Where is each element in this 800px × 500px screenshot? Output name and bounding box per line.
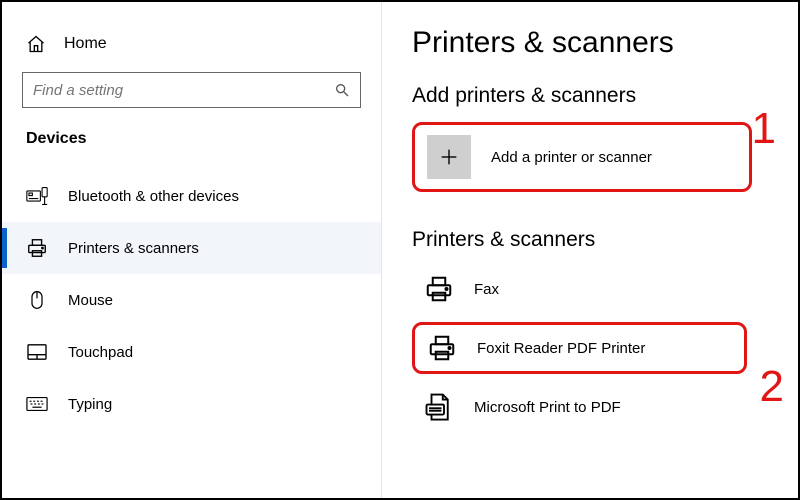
sidebar-item-mouse[interactable]: Mouse bbox=[2, 274, 381, 326]
printer-item-fax[interactable]: Fax bbox=[412, 266, 747, 312]
sidebar-item-label: Printers & scanners bbox=[68, 240, 199, 257]
search-icon bbox=[334, 82, 350, 98]
printer-list: Fax Foxit Reader PDF Printer bbox=[412, 266, 768, 430]
plus-icon bbox=[427, 135, 471, 179]
annotation-step-2: 2 bbox=[760, 362, 784, 412]
sidebar-item-bluetooth[interactable]: Bluetooth & other devices bbox=[2, 170, 381, 222]
printer-item-label: Microsoft Print to PDF bbox=[474, 399, 621, 416]
home-icon bbox=[26, 34, 46, 54]
search-input[interactable] bbox=[33, 82, 334, 99]
printer-icon bbox=[26, 237, 48, 259]
printer-icon bbox=[422, 272, 456, 306]
bt-devices-icon bbox=[26, 185, 48, 207]
page-title: Printers & scanners bbox=[412, 26, 768, 60]
touchpad-icon bbox=[26, 341, 48, 363]
sidebar: Home Devices bbox=[2, 2, 382, 498]
home-nav[interactable]: Home bbox=[2, 20, 381, 72]
settings-window: Home Devices bbox=[0, 0, 800, 500]
add-printer-label: Add a printer or scanner bbox=[491, 149, 652, 166]
home-label: Home bbox=[64, 35, 107, 53]
add-printer-button[interactable]: Add a printer or scanner bbox=[412, 122, 752, 192]
sidebar-item-label: Touchpad bbox=[68, 344, 133, 361]
sidebar-item-typing[interactable]: Typing bbox=[2, 378, 381, 430]
mouse-icon bbox=[26, 289, 48, 311]
sidebar-item-label: Bluetooth & other devices bbox=[68, 188, 239, 205]
search-container bbox=[2, 72, 381, 130]
printer-item-label: Fax bbox=[474, 281, 499, 298]
printer-item-foxit[interactable]: Foxit Reader PDF Printer bbox=[412, 322, 747, 374]
sidebar-item-label: Mouse bbox=[68, 292, 113, 309]
annotation-step-1: 1 bbox=[752, 104, 776, 154]
list-section-title: Printers & scanners bbox=[412, 228, 768, 252]
sidebar-nav-list: Bluetooth & other devices Printers & sca… bbox=[2, 170, 381, 430]
main-panel: Printers & scanners Add printers & scann… bbox=[382, 2, 798, 498]
keyboard-icon bbox=[26, 393, 48, 415]
search-input-wrap[interactable] bbox=[22, 72, 361, 108]
sidebar-item-touchpad[interactable]: Touchpad bbox=[2, 326, 381, 378]
print-to-pdf-icon bbox=[422, 390, 456, 424]
add-section-title: Add printers & scanners bbox=[412, 84, 768, 108]
sidebar-item-label: Typing bbox=[68, 396, 112, 413]
spacer bbox=[412, 192, 768, 228]
sidebar-category-title: Devices bbox=[2, 130, 381, 170]
sidebar-item-printers[interactable]: Printers & scanners bbox=[2, 222, 381, 274]
printer-icon bbox=[425, 331, 459, 365]
printer-item-ms-pdf[interactable]: Microsoft Print to PDF bbox=[412, 384, 747, 430]
printer-item-label: Foxit Reader PDF Printer bbox=[477, 340, 645, 357]
